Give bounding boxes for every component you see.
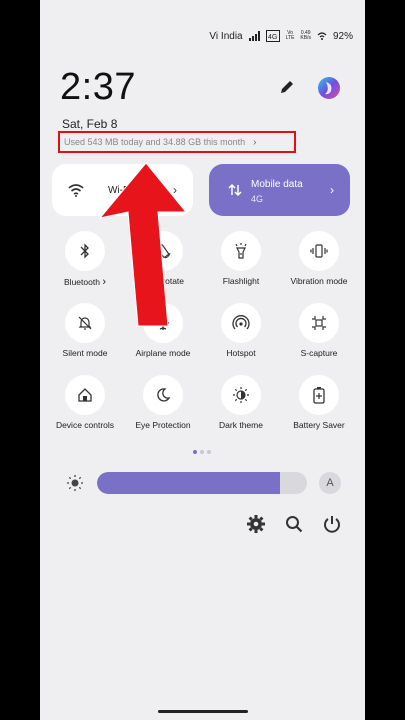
qs-airplane-mode[interactable]: Airplane mode — [124, 303, 202, 358]
qs-label: Airplane mode — [135, 348, 191, 358]
qs-flashlight[interactable]: Flashlight — [202, 231, 280, 286]
qs-auto-rotate[interactable]: Auto-rotate — [124, 231, 202, 286]
bluetooth-icon — [80, 243, 89, 259]
qs-hotspot[interactable]: Hotspot — [202, 303, 280, 358]
data-usage-text: Used 543 MB today and 34.88 GB this mont… — [64, 137, 246, 147]
network-type-label: Vo LTE — [285, 30, 295, 41]
signal-icon — [248, 31, 260, 41]
date: Sat, Feb 8 — [62, 117, 118, 131]
battery-saver-icon — [313, 387, 325, 404]
qs-label: Silent mode — [62, 348, 108, 358]
qs-vibration[interactable]: Vibration mode — [280, 231, 358, 286]
svg-text:4G: 4G — [268, 34, 277, 41]
silent-icon — [78, 316, 92, 330]
qs-bluetooth[interactable]: Bluetooth › — [46, 231, 124, 288]
chevron-right-icon: › — [253, 136, 257, 148]
qs-silent-mode[interactable]: Silent mode — [46, 303, 124, 358]
data-usage-row[interactable]: Used 543 MB today and 34.88 GB this mont… — [58, 131, 296, 153]
brightness-icon — [67, 475, 83, 491]
volte-icon: 4G — [265, 30, 280, 42]
qs-dark-theme[interactable]: Dark theme — [202, 375, 280, 430]
screenshot-icon — [312, 316, 326, 330]
home-indicator[interactable] — [158, 710, 248, 713]
qs-label: Dark theme — [219, 420, 263, 430]
qs-label: Flashlight — [222, 276, 260, 286]
moon-icon — [157, 388, 171, 402]
wifi-icon — [68, 184, 84, 197]
qs-eye-protection[interactable]: Eye Protection — [124, 375, 202, 430]
airplane-icon — [156, 316, 170, 330]
battery-percentage: 92% — [332, 30, 353, 42]
home-icon — [78, 388, 92, 402]
settings-gear-icon[interactable] — [246, 514, 266, 534]
auto-rotate-icon — [155, 243, 171, 259]
mobile-data-tile[interactable]: Mobile data 4G › — [209, 164, 350, 216]
dark-theme-icon — [233, 387, 249, 403]
mobile-data-network: 4G — [251, 194, 264, 204]
qs-label: Bluetooth — [64, 277, 100, 287]
mobile-data-icon — [228, 183, 242, 197]
network-speed: 0.49 KB/s — [300, 30, 311, 41]
power-icon[interactable] — [322, 514, 342, 534]
wifi-tile[interactable]: Wi-Fi › — [52, 164, 193, 216]
wifi-status-icon — [317, 32, 327, 40]
edit-icon[interactable] — [278, 78, 296, 96]
chevron-right-icon[interactable]: › — [102, 276, 106, 288]
search-icon[interactable] — [284, 514, 304, 534]
brightness-slider-fill — [97, 472, 280, 494]
avatar[interactable] — [317, 76, 341, 100]
clock: 2:37 — [60, 66, 136, 108]
qs-label: Vibration mode — [290, 276, 348, 286]
flashlight-icon — [235, 243, 247, 259]
qs-label: S-capture — [300, 348, 338, 358]
hotspot-icon — [232, 315, 250, 330]
auto-brightness-button[interactable]: A — [319, 472, 341, 494]
qs-device-controls[interactable]: Device controls — [46, 375, 124, 430]
qs-label: Eye Protection — [135, 420, 191, 430]
qs-battery-saver[interactable]: Battery Saver — [280, 375, 358, 430]
carrier-name: Vi India — [209, 30, 243, 42]
vibration-icon — [310, 244, 328, 258]
chevron-right-icon[interactable]: › — [330, 183, 334, 197]
brightness-slider[interactable] — [97, 472, 307, 494]
mobile-data-label: Mobile data — [251, 179, 303, 190]
page-indicator — [193, 450, 211, 454]
wifi-label: Wi-Fi — [108, 185, 132, 196]
status-bar: Vi India 4G Vo LTE 0.49 KB/s 92% — [209, 26, 353, 46]
quick-settings-panel: Vi India 4G Vo LTE 0.49 KB/s 92% 2:37 Sa… — [40, 0, 365, 720]
qs-label: Hotspot — [226, 348, 256, 358]
qs-label: Battery Saver — [293, 420, 345, 430]
qs-label: Device controls — [55, 420, 115, 430]
chevron-right-icon[interactable]: › — [173, 183, 177, 197]
qs-s-capture[interactable]: S-capture — [280, 303, 358, 358]
qs-label: Auto-rotate — [141, 276, 185, 286]
